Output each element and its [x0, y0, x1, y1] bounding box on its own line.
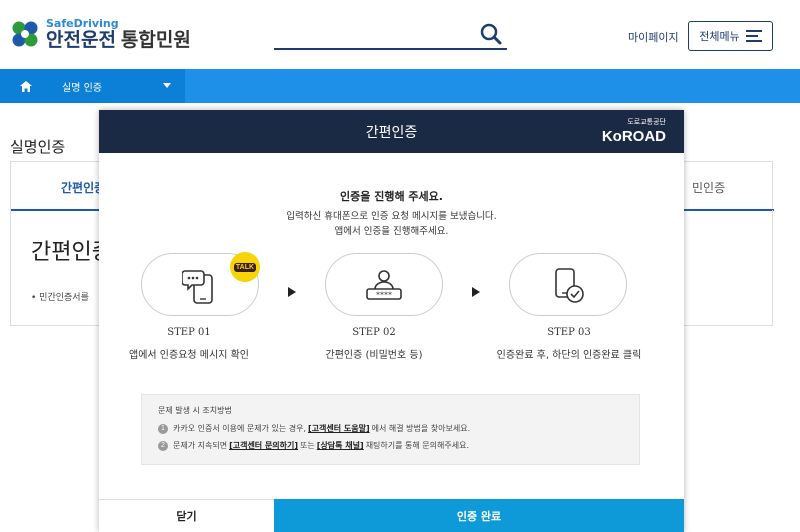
koroad-org-name: 도로교통공단	[627, 118, 666, 126]
intro-description: 입력하신 휴대폰으로 인증 요청 메시지를 보냈습니다. 앱에서 인증을 진행해…	[99, 209, 684, 239]
breadcrumb-label: 실명 인증	[62, 82, 102, 94]
step-3-label: STEP 03	[547, 327, 591, 338]
modal-title: 간편인증	[365, 124, 418, 141]
intro-title: 인증을 진행해 주세요.	[340, 190, 443, 203]
arrow-right-icon	[472, 287, 480, 297]
notice-title: 문제 발생 시 조치방법	[158, 406, 232, 415]
step-1-circle: TALK	[141, 252, 260, 316]
talk-badge-label: TALK	[233, 262, 257, 272]
intro-line-1: 입력하신 휴대폰으로 인증 요청 메시지를 보냈습니다.	[286, 211, 497, 222]
notice-text: 카카오 인증서 이용에 문제가 있는 경우,	[173, 424, 307, 433]
step-2-circle: ****	[325, 253, 443, 316]
step-1-label: STEP 01	[167, 327, 211, 338]
notice-line-2: 2 문제가 지속되면 [고객센터 문의하기] 또는 [상담톡 채널] 채팅하기를…	[158, 440, 623, 451]
modal-header: 간편인증 도로교통공단 KoROAD	[99, 110, 684, 153]
mypage-link[interactable]: 마이페이지	[628, 29, 679, 45]
help-center-link[interactable]: [고객센터 도움말]	[308, 423, 370, 434]
site-header: SafeDriving 안전운전 통합민원 마이페이지 전체메뉴	[0, 0, 800, 69]
notice-text: 채팅하기를 통해 문의해주세요.	[365, 441, 469, 450]
caret-down-icon	[163, 83, 171, 88]
hamburger-icon	[745, 30, 762, 42]
all-menu-button[interactable]: 전체메뉴	[688, 21, 773, 51]
notice-text: 문제가 지속되면	[173, 441, 228, 450]
home-button[interactable]	[0, 69, 52, 103]
logo-english: SafeDriving	[46, 17, 119, 30]
svg-text:****: ****	[376, 290, 392, 299]
phone-check-icon	[555, 267, 584, 303]
step-3-circle	[509, 253, 627, 316]
step-2-description: 간편인증 (비밀번호 등)	[325, 350, 423, 361]
koroad-logo: 도로교통공단 KoROAD	[601, 118, 666, 145]
step-1-description: 앱에서 인증요청 메시지 확인	[129, 350, 249, 361]
auth-complete-button[interactable]: 인증 완료	[274, 499, 684, 532]
contact-center-link[interactable]: [고객센터 문의하기]	[229, 440, 298, 451]
koroad-brand: KoROAD	[601, 128, 666, 145]
page-title: 실명인증	[10, 138, 66, 156]
tab-simple-auth[interactable]: 간편인증	[11, 162, 111, 211]
notice-line-1: 1 카카오 인증서 이용에 문제가 있는 경우, [고객센터 도움말] 에서 해…	[158, 423, 623, 434]
simple-auth-modal: 간편인증 도로교통공단 KoROAD 인증을 진행해 주세요. 입력하신 휴대폰…	[99, 110, 684, 532]
logo-korean-sub: 통합민원	[120, 29, 191, 51]
number-badge: 2	[158, 440, 168, 451]
chat-channel-link[interactable]: [상담톡 채널]	[317, 440, 364, 451]
search-icon[interactable]	[479, 22, 503, 46]
content-note: • 민간인증서를	[31, 293, 89, 303]
troubleshoot-notice: 문제 발생 시 조치방법 1 카카오 인증서 이용에 문제가 있는 경우, [고…	[141, 394, 640, 465]
nav-bar: 실명 인증	[0, 69, 800, 103]
step-2-label: STEP 02	[352, 327, 396, 338]
notice-text: 또는	[300, 441, 315, 450]
password-user-icon: ****	[366, 269, 402, 300]
clover-logo-icon	[12, 21, 38, 47]
all-menu-label: 전체메뉴	[699, 30, 740, 43]
arrow-right-icon	[288, 287, 296, 297]
step-3-description: 인증완료 후, 하단의 인증완료 클릭	[496, 350, 642, 361]
close-button[interactable]: 닫기	[99, 499, 274, 532]
site-logo[interactable]: SafeDriving 안전운전 통합민원	[10, 18, 191, 50]
logo-korean-main: 안전운전	[46, 29, 116, 51]
home-icon	[20, 80, 32, 92]
intro-line-2: 앱에서 인증을 진행해주세요.	[334, 226, 449, 237]
kakao-talk-badge: TALK	[230, 252, 260, 282]
phone-message-icon	[182, 269, 213, 304]
breadcrumb-dropdown[interactable]: 실명 인증	[52, 69, 185, 103]
search-input[interactable]	[274, 20, 507, 50]
tab-other-auth[interactable]: 민인증	[684, 162, 774, 211]
number-badge: 1	[158, 423, 168, 434]
notice-text: 에서 해결 방법을 찾아보세요.	[371, 424, 471, 433]
